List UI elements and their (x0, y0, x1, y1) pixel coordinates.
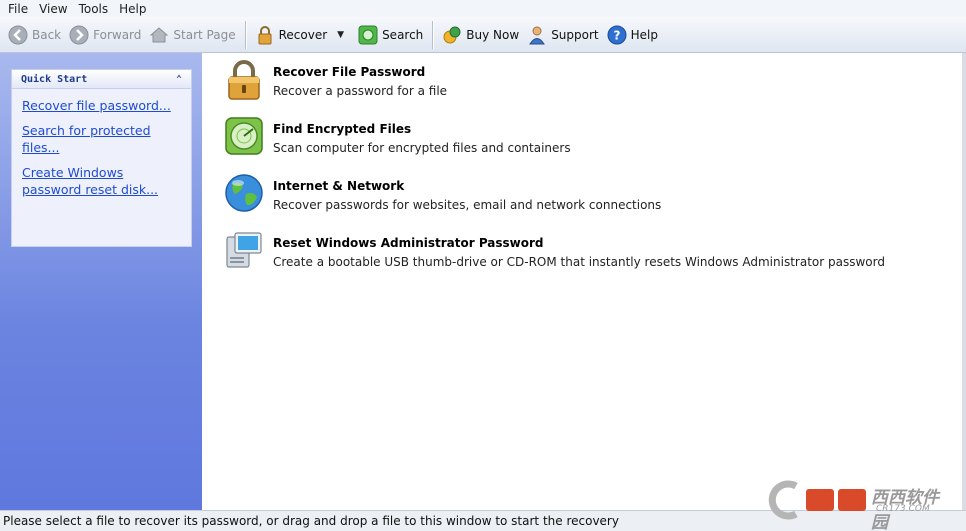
link-recover-file-password[interactable]: Recover file password... (22, 97, 181, 114)
support-button[interactable]: Support (523, 21, 602, 49)
help-label: Help (630, 27, 658, 42)
lock-icon (223, 58, 265, 100)
start-page-content: Recover File Password Recover a password… (203, 53, 966, 510)
computer-icon (223, 229, 265, 271)
buy-now-label: Buy Now (466, 27, 520, 42)
buy-now-button[interactable]: Buy Now (438, 21, 523, 49)
toolbar-separator (244, 20, 246, 49)
item-title: Recover File Password (273, 65, 426, 79)
recover-button[interactable]: Recover ▼ (251, 21, 354, 49)
back-label: Back (32, 27, 62, 42)
start-page-label: Start Page (173, 27, 236, 42)
help-button[interactable]: ? Help (603, 21, 662, 49)
watermark-url: CR173.COM (876, 504, 930, 514)
menu-help[interactable]: Help (115, 2, 150, 16)
search-icon (358, 25, 378, 45)
item-title: Find Encrypted Files (273, 122, 412, 136)
chevron-down-icon[interactable]: ▼ (337, 30, 344, 40)
cart-icon (442, 25, 462, 45)
forward-button[interactable]: Forward (65, 21, 145, 49)
lock-icon (255, 25, 275, 45)
menu-tools[interactable]: Tools (75, 2, 113, 16)
search-label: Search (382, 27, 424, 42)
search-button[interactable]: Search (354, 21, 427, 49)
item-internet-network[interactable]: Internet & Network Recover passwords for… (223, 172, 661, 214)
item-desc: Create a bootable USB thumb-drive or CD-… (273, 255, 885, 269)
item-title: Reset Windows Administrator Password (273, 236, 544, 250)
watermark-logo-icon (768, 480, 866, 520)
status-text: Please select a file to recover its pass… (3, 514, 619, 528)
window-edge (962, 53, 966, 510)
help-icon: ? (607, 25, 627, 45)
item-desc: Recover a password for a file (273, 84, 448, 98)
support-label: Support (551, 27, 599, 42)
item-desc: Recover passwords for websites, email an… (273, 198, 662, 212)
menu-file[interactable]: File (4, 2, 32, 16)
link-search-protected-files[interactable]: Search for protected files... (22, 122, 181, 156)
menu-view[interactable]: View (35, 2, 71, 16)
item-title: Internet & Network (273, 179, 405, 193)
toolbar-separator (432, 20, 434, 49)
watermark: 西西软件园 CR173.COM (766, 480, 946, 531)
quick-start-panel: Quick Start ⌃ Recover file password... S… (11, 69, 192, 247)
globe-icon (223, 172, 265, 214)
forward-label: Forward (93, 27, 142, 42)
quick-start-title: Quick Start (21, 73, 88, 85)
item-find-encrypted-files[interactable]: Find Encrypted Files Scan computer for e… (223, 115, 571, 157)
link-create-reset-disk[interactable]: Create Windows password reset disk... (22, 164, 181, 198)
collapse-icon[interactable]: ⌃ (176, 74, 182, 85)
recover-label: Recover (278, 27, 328, 42)
menu-bar: File View Tools Help (0, 0, 966, 17)
item-reset-windows-password[interactable]: Reset Windows Administrator Password Cre… (223, 229, 885, 271)
radar-icon (223, 115, 265, 157)
item-desc: Scan computer for encrypted files and co… (273, 141, 571, 155)
svg-text:?: ? (613, 28, 620, 42)
toolbar: Back Forward Start Page Recover ▼ Search… (0, 17, 966, 53)
quick-start-header[interactable]: Quick Start ⌃ (12, 70, 191, 89)
home-icon (149, 25, 169, 45)
person-icon (527, 25, 547, 45)
task-pane: Quick Start ⌃ Recover file password... S… (0, 53, 202, 510)
back-arrow-icon (8, 25, 28, 45)
forward-arrow-icon (69, 25, 89, 45)
back-button[interactable]: Back (4, 21, 65, 49)
item-recover-file-password[interactable]: Recover File Password Recover a password… (223, 58, 447, 100)
start-page-button[interactable]: Start Page (145, 21, 239, 49)
